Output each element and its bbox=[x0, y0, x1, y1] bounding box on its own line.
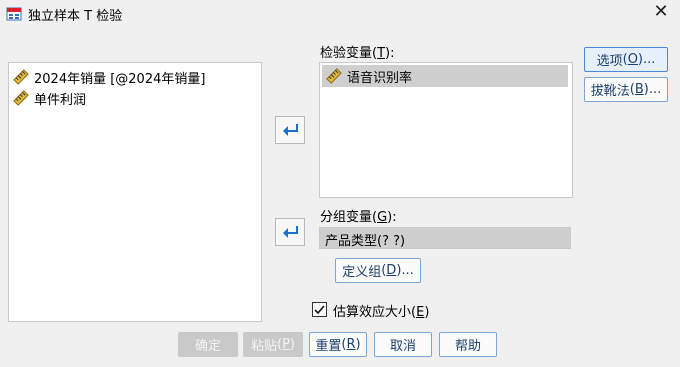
grouping-variable-label: 分组变量(G): bbox=[320, 210, 397, 225]
grouping-variable-value: 产品类型(? ?) bbox=[325, 234, 406, 249]
cancel-button[interactable]: 取消 bbox=[374, 332, 432, 357]
help-button[interactable]: 帮助 bbox=[439, 332, 497, 357]
list-item-label: 2024年销量 [@2024年销量] bbox=[34, 71, 206, 87]
paste-button[interactable]: 粘贴(P) bbox=[243, 332, 303, 357]
move-to-group-button[interactable] bbox=[275, 218, 305, 246]
title-bar: 独立样本 T 检验 ✕ bbox=[0, 0, 680, 28]
grouping-variable-field[interactable]: 产品类型(? ?) bbox=[319, 227, 571, 249]
move-to-test-button[interactable] bbox=[275, 116, 305, 144]
list-item[interactable]: 2024年销量 [@2024年销量] bbox=[13, 68, 206, 87]
define-groups-button[interactable]: 定义组(D)... bbox=[335, 258, 421, 283]
arrow-move-icon bbox=[283, 124, 298, 136]
window-title: 独立样本 T 检验 bbox=[28, 9, 123, 24]
ruler-scale-icon bbox=[13, 69, 29, 85]
app-icon bbox=[6, 7, 22, 21]
source-variable-list[interactable]: 2024年销量 [@2024年销量] 单件利润 bbox=[8, 62, 262, 322]
ruler-scale-icon bbox=[326, 68, 342, 84]
bootstrap-button[interactable]: 拔靴法(B)... bbox=[584, 77, 668, 102]
arrow-move-icon bbox=[283, 226, 298, 238]
options-button[interactable]: 选项(O)... bbox=[584, 47, 668, 72]
ruler-scale-icon bbox=[13, 90, 29, 106]
test-variables-list[interactable]: 语音识别率 bbox=[319, 62, 573, 198]
ok-button[interactable]: 确定 bbox=[178, 332, 238, 357]
list-item-label: 语音识别率 bbox=[347, 70, 413, 86]
list-item[interactable]: 语音识别率 bbox=[322, 65, 568, 87]
estimate-effect-label[interactable]: 估算效应大小(E) bbox=[333, 301, 429, 320]
close-icon[interactable]: ✕ bbox=[652, 3, 670, 21]
list-item-label: 单件利润 bbox=[34, 92, 87, 108]
list-item[interactable]: 单件利润 bbox=[13, 89, 87, 108]
test-variables-label: 检验变量(T): bbox=[320, 46, 395, 61]
reset-button[interactable]: 重置(R) bbox=[309, 332, 367, 357]
estimate-effect-checkbox[interactable] bbox=[312, 302, 327, 317]
checkmark-icon bbox=[314, 305, 325, 315]
